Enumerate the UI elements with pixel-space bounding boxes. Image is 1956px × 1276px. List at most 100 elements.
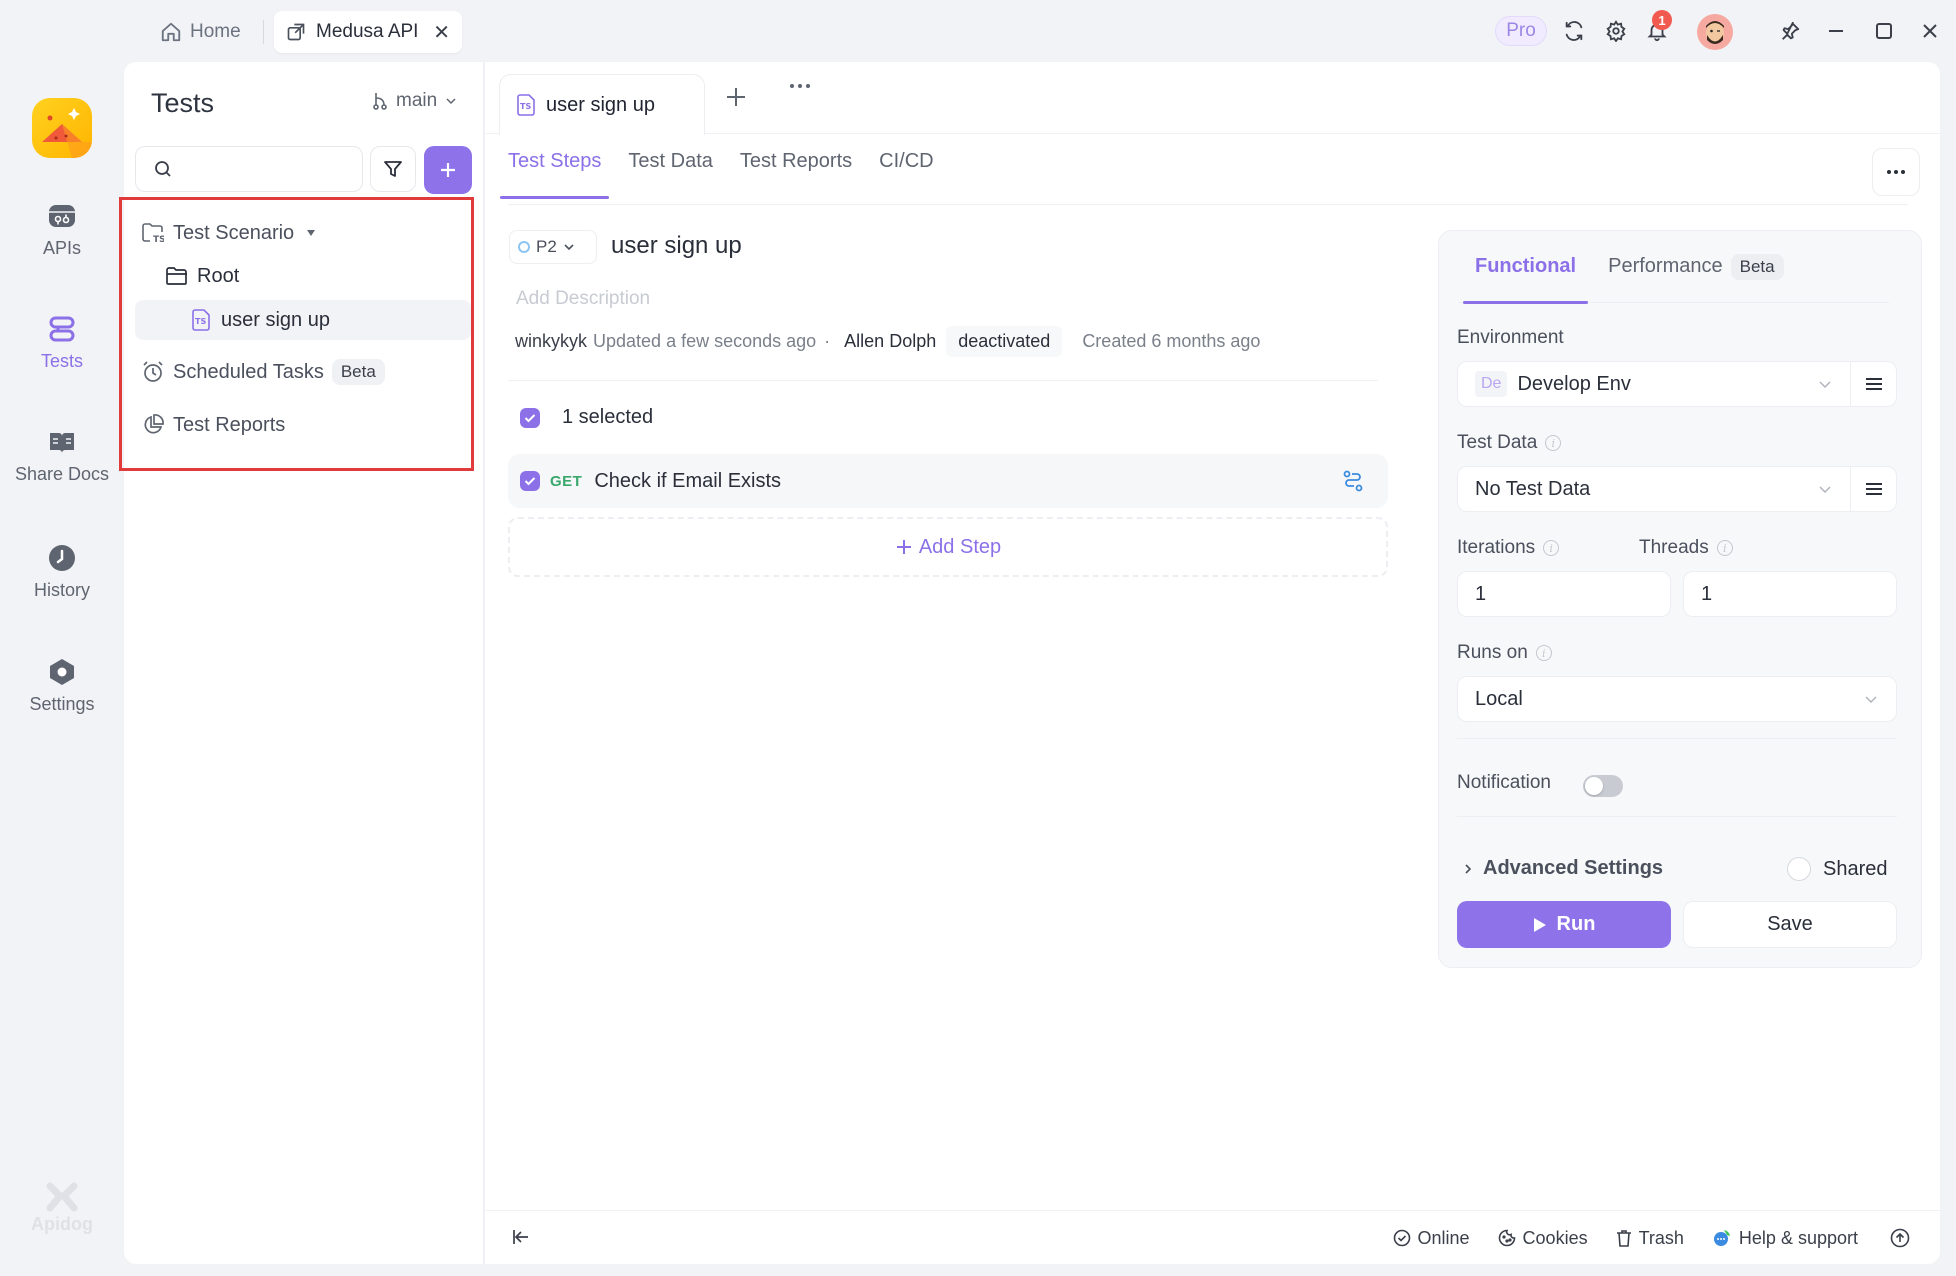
save-button[interactable]: Save [1683,901,1897,948]
pin-icon[interactable] [1776,17,1804,45]
rail-item-tests[interactable]: Tests [0,315,124,372]
test-step-row[interactable]: GET Check if Email Exists [508,454,1388,508]
tree-item-test-reports[interactable]: Test Reports [135,405,471,445]
sub-tab-bar: Test Steps Test Data Test Reports CI/CD [499,150,934,199]
project-tab[interactable]: Medusa API ✕ [274,11,462,53]
rail-item-share-docs[interactable]: Share Docs [0,430,124,485]
manage-environments-button[interactable] [1850,362,1896,406]
ts-file-icon: TS [189,308,213,332]
priority-value: P2 [536,237,557,256]
route-link-icon[interactable] [1342,470,1364,492]
branch-selector[interactable]: main [372,90,457,112]
step-checkbox[interactable] [520,471,540,491]
caret-down-icon[interactable] [306,229,316,237]
add-step-button[interactable]: Add Step [508,517,1388,577]
footer-trash[interactable]: Trash [1616,1228,1684,1249]
notification-count-badge: 1 [1652,10,1672,30]
tab-functional[interactable]: Functional [1462,231,1589,304]
home-tab[interactable]: Home [160,14,241,50]
status-footer: Online Cookies Trash Help & support [485,1210,1940,1264]
add-description-field[interactable]: Add Description [516,288,650,310]
avatar[interactable] [1697,14,1733,50]
manage-test-data-button[interactable] [1850,467,1896,511]
updated-by-user: winkykyk [515,331,588,351]
info-icon[interactable]: i [1716,540,1733,556]
tree-item-root[interactable]: Root [135,256,471,296]
filter-button[interactable] [370,146,416,192]
pie-chart-icon [141,413,165,437]
tab-test-data[interactable]: Test Data [628,150,712,189]
open-external-icon [286,22,306,42]
minimize-icon[interactable] [1822,17,1850,45]
notification-toggle[interactable] [1583,775,1623,797]
close-icon[interactable]: ✕ [433,20,450,45]
runs-on-select[interactable]: Local [1457,676,1897,722]
footer-help-support[interactable]: Help & support [1712,1228,1858,1249]
svg-text:TS: TS [153,235,164,243]
tab-ci-cd[interactable]: CI/CD [879,150,933,189]
upload-arrow-icon[interactable] [1890,1228,1910,1248]
iterations-input[interactable] [1457,571,1671,617]
rail-item-settings[interactable]: Settings [0,658,124,715]
info-icon[interactable]: i [1543,540,1560,556]
info-icon[interactable]: i [1535,645,1552,661]
shared-checkbox[interactable]: Shared [1787,857,1888,881]
tree-item-user-sign-up[interactable]: TS user sign up [135,300,471,340]
environment-select[interactable]: De Develop Env [1457,361,1897,407]
priority-select[interactable]: P2 [509,230,597,264]
tree-item-scheduled-tasks[interactable]: Scheduled Tasks Beta [135,352,471,392]
rail-item-apis[interactable]: APIs [0,202,124,259]
tests-tree-panel: Tests main TS Test Scenario Root TS user… [119,62,484,1264]
chevron-down-icon [1800,376,1850,392]
rail-label: Settings [29,694,95,714]
more-options-button[interactable] [1872,148,1920,196]
info-icon[interactable]: i [1545,435,1562,451]
run-label: Run [1556,913,1596,935]
owner-name[interactable]: Allen Dolph [844,331,936,352]
run-button[interactable]: Run [1457,901,1671,948]
branch-name: main [396,90,438,111]
test-case-name[interactable]: user sign up [611,232,742,260]
panel-title: Tests [151,88,215,118]
doc-tab-user-sign-up[interactable]: TS user sign up [499,74,705,135]
tab-more-button[interactable] [788,82,812,90]
checkbox-circle[interactable] [1787,857,1811,881]
divider [1457,738,1897,739]
run-config-panel: Functional Performance Beta Environment … [1438,230,1922,968]
footer-cookies[interactable]: Cookies [1498,1228,1588,1249]
project-tab-label: Medusa API [316,21,419,42]
test-data-select[interactable]: No Test Data [1457,466,1897,512]
add-button[interactable] [424,146,472,194]
filter-icon [383,159,403,179]
left-rail: APIs Tests Share Docs History Settings A… [0,62,124,1276]
tab-test-steps[interactable]: Test Steps [499,150,610,199]
rail-item-history[interactable]: History [0,544,124,601]
advanced-settings-toggle[interactable]: Advanced Settings [1463,857,1663,880]
ts-file-icon: TS [516,94,536,116]
threads-input[interactable] [1683,571,1897,617]
select-all-checkbox[interactable] [520,407,540,428]
tab-test-reports[interactable]: Test Reports [740,150,852,189]
main-content: TS user sign up Test Steps Test Data Tes… [485,62,1940,1264]
search-icon [154,160,172,178]
window-close-icon[interactable] [1916,17,1944,45]
footer-label: Online [1417,1227,1470,1248]
search-input-wrapper [135,146,403,192]
refresh-icon[interactable] [1560,17,1588,45]
svg-text:TS: TS [520,102,531,111]
gear-icon[interactable] [1602,17,1630,45]
rail-label: History [33,580,90,600]
new-tab-button[interactable] [725,86,747,108]
footer-online[interactable]: Online [1393,1228,1470,1249]
pro-badge[interactable]: Pro [1495,16,1547,46]
collapse-sidebar-icon[interactable] [511,1227,531,1247]
test-data-label: Test Data i [1457,432,1562,454]
home-icon [160,21,182,43]
tab-performance[interactable]: Performance Beta [1608,231,1784,303]
shared-label: Shared [1823,857,1888,880]
chevron-down-icon [1846,691,1896,707]
runs-on-value: Local [1475,687,1523,710]
maximize-icon[interactable] [1870,17,1898,45]
tree-item-test-scenario[interactable]: TS Test Scenario [135,213,471,253]
app-logo[interactable] [32,98,92,158]
